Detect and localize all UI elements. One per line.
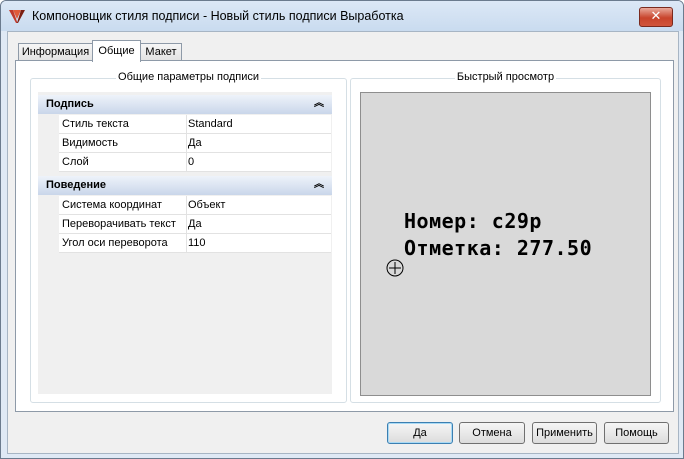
double-chevron-up-icon[interactable]: ︽ xyxy=(314,175,324,194)
apply-button[interactable]: Применить xyxy=(532,422,597,444)
property-value[interactable]: Да xyxy=(188,215,202,233)
preview-canvas[interactable]: Номер: c29p Отметка: 277.50 xyxy=(360,92,651,396)
preview-line-number: Номер: c29p xyxy=(404,209,542,233)
cancel-button[interactable]: Отмена xyxy=(459,422,525,444)
property-grid: Подпись ︽ Стиль текста Standard Видимост… xyxy=(38,92,332,394)
category-behavior[interactable]: Поведение ︽ xyxy=(38,176,332,195)
tab-layout[interactable]: Макет xyxy=(140,43,182,61)
close-button[interactable]: ✕ xyxy=(639,7,673,27)
ok-button[interactable]: Да xyxy=(387,422,453,444)
property-row[interactable]: Угол оси переворота 110 xyxy=(59,234,331,253)
dialog-window: Компоновщик стиля подписи - Новый стиль … xyxy=(0,0,684,459)
double-chevron-up-icon[interactable]: ︽ xyxy=(314,94,324,113)
property-row[interactable]: Система координат Объект xyxy=(59,196,331,215)
title-bar[interactable]: Компоновщик стиля подписи - Новый стиль … xyxy=(1,1,683,31)
category-signature[interactable]: Подпись ︽ xyxy=(38,95,332,114)
property-row[interactable]: Видимость Да xyxy=(59,134,331,153)
category-label: Поведение xyxy=(46,179,106,191)
general-settings-group: Общие параметры подписи Подпись ︽ Стиль … xyxy=(30,71,347,403)
property-value[interactable]: Да xyxy=(188,134,202,152)
property-name: Стиль текста xyxy=(59,115,187,133)
help-button[interactable]: Помощь xyxy=(604,422,669,444)
property-name: Видимость xyxy=(59,134,187,152)
property-name: Переворачивать текст xyxy=(59,215,187,233)
quick-preview-title: Быстрый просмотр xyxy=(454,71,557,83)
property-row[interactable]: Стиль текста Standard xyxy=(59,115,331,134)
property-value[interactable]: 110 xyxy=(188,234,206,252)
tab-panel-general: Общие параметры подписи Подпись ︽ Стиль … xyxy=(15,60,674,412)
dialog-client-area: Информация Общие Макет Общие параметры п… xyxy=(7,31,679,454)
property-name: Система координат xyxy=(59,196,187,214)
property-name: Угол оси переворота xyxy=(59,234,187,252)
tab-general[interactable]: Общие xyxy=(92,40,141,62)
tab-information[interactable]: Информация xyxy=(18,43,93,61)
app-logo-icon xyxy=(9,10,25,23)
quick-preview-group: Быстрый просмотр Номер: c29p Отметка: 27… xyxy=(350,71,661,403)
property-value[interactable]: Standard xyxy=(188,115,233,133)
property-value[interactable]: Объект xyxy=(188,196,225,214)
window-title: Компоновщик стиля подписи - Новый стиль … xyxy=(32,9,404,23)
general-settings-title: Общие параметры подписи xyxy=(116,71,261,83)
category-label: Подпись xyxy=(46,98,94,110)
property-row[interactable]: Переворачивать текст Да xyxy=(59,215,331,234)
close-icon: ✕ xyxy=(650,9,662,24)
property-row[interactable]: Слой 0 xyxy=(59,153,331,172)
property-value[interactable]: 0 xyxy=(188,153,194,171)
insertion-point-icon xyxy=(386,259,404,277)
property-name: Слой xyxy=(59,153,187,171)
preview-line-elevation: Отметка: 277.50 xyxy=(404,236,593,260)
